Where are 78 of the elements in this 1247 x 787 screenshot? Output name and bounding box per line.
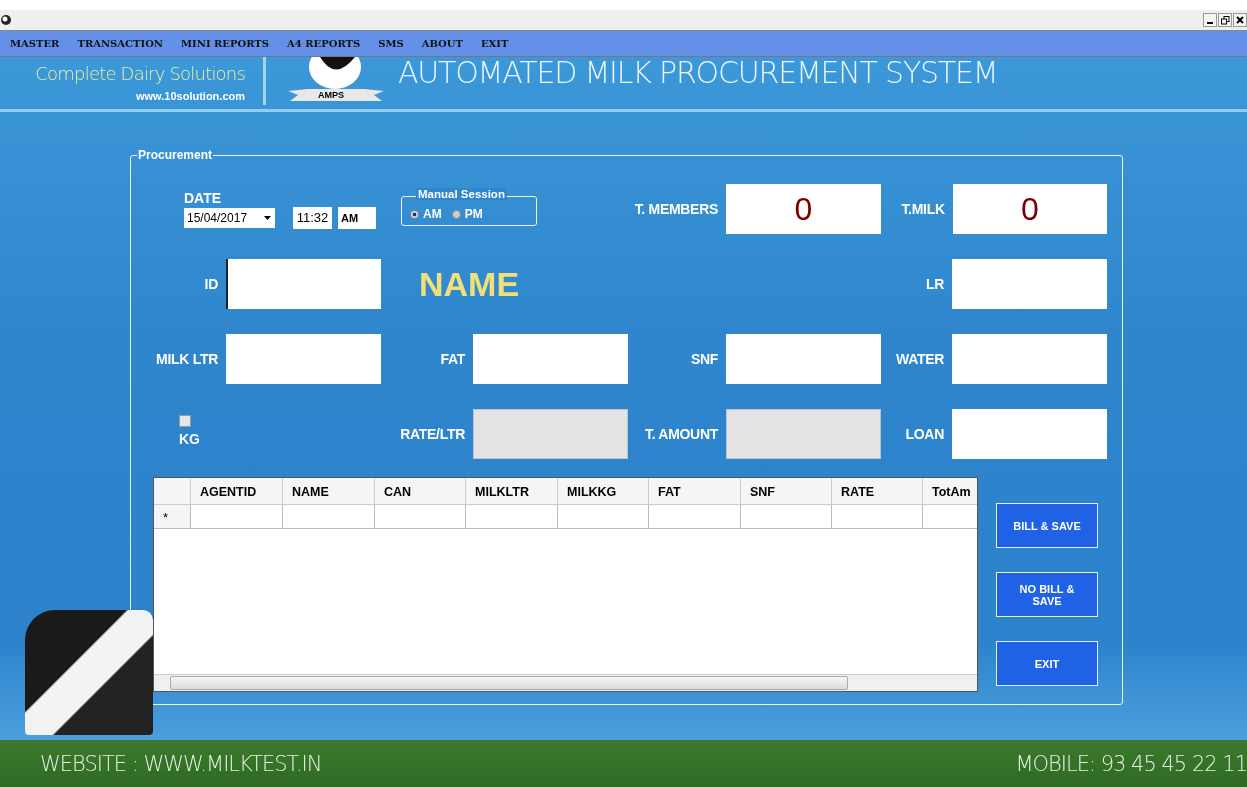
- menu-item[interactable]: MINI REPORTS: [181, 38, 269, 49]
- ampm-field[interactable]: AM: [338, 206, 376, 229]
- column-header[interactable]: TotAm: [923, 478, 977, 505]
- menu-item[interactable]: SMS: [378, 38, 404, 49]
- checkbox-label: KG: [179, 431, 200, 447]
- table-cell[interactable]: [832, 505, 923, 529]
- action-button[interactable]: BILL & SAVE: [996, 503, 1098, 548]
- column-header[interactable]: SNF: [741, 478, 832, 505]
- radio-button[interactable]: [410, 209, 419, 219]
- stat-value: 0: [952, 184, 1107, 234]
- footer-website: WEBSITE : WWW.MILKTEST.IN: [40, 751, 322, 776]
- logo: AMPS: [280, 57, 390, 109]
- scroll-thumb[interactable]: [170, 676, 848, 690]
- table-cell[interactable]: [741, 505, 832, 529]
- action-button[interactable]: NO BILL & SAVE: [996, 572, 1098, 617]
- menu-item[interactable]: EXIT: [481, 38, 509, 49]
- menu-item[interactable]: ABOUT: [421, 38, 463, 49]
- table-cell[interactable]: [558, 505, 649, 529]
- footer-mobile: MOBILE: 93 45 45 22 11: [1015, 751, 1247, 776]
- table-cell[interactable]: [191, 505, 283, 529]
- input-field[interactable]: [726, 334, 881, 384]
- input-field[interactable]: [473, 334, 628, 384]
- caret-icon: [264, 215, 271, 220]
- field-label: RATE/LTR: [399, 426, 466, 442]
- group-title: Procurement: [137, 148, 214, 162]
- field-label: WATER: [895, 351, 945, 367]
- input-field[interactable]: [952, 334, 1107, 384]
- column-header[interactable]: NAME: [283, 478, 375, 505]
- date-label: DATE: [184, 189, 223, 206]
- field-label: ID: [203, 276, 219, 292]
- restore-button[interactable]: [1218, 13, 1232, 27]
- input-field[interactable]: [952, 409, 1107, 459]
- field-label: MILK LTR: [155, 351, 219, 367]
- horizontal-scrollbar[interactable]: [154, 674, 977, 691]
- column-header[interactable]: MILKLTR: [466, 478, 558, 505]
- close-button[interactable]: [1233, 13, 1247, 27]
- table-cell[interactable]: [649, 505, 741, 529]
- close-icon: [1236, 16, 1244, 24]
- time-field[interactable]: 11:32: [293, 206, 332, 229]
- table-cell[interactable]: [375, 505, 466, 529]
- radio-button[interactable]: [451, 209, 461, 219]
- column-header[interactable]: AGENTID: [191, 478, 283, 505]
- column-header[interactable]: FAT: [649, 478, 741, 505]
- stat-label: T. MEMBERS: [633, 201, 719, 217]
- field-label: T. AMOUNT: [644, 426, 720, 442]
- column-header[interactable]: MILKKG: [558, 478, 649, 505]
- tagline: Complete Dairy Solutions: [35, 63, 245, 84]
- field-label: LOAN: [904, 426, 945, 442]
- checkbox[interactable]: [179, 415, 191, 427]
- date-picker[interactable]: 15/04/2017: [184, 207, 275, 228]
- table-cell[interactable]: [283, 505, 375, 529]
- session-title: Manual Session: [416, 188, 507, 200]
- app-icon: [0, 14, 12, 26]
- member-name: NAME: [419, 264, 520, 304]
- radio-label: PM: [464, 207, 483, 221]
- action-button[interactable]: EXIT: [996, 641, 1098, 686]
- column-header[interactable]: RATE: [832, 478, 923, 505]
- menu-item[interactable]: MASTER: [10, 38, 60, 49]
- input-field[interactable]: [226, 334, 381, 384]
- restore-icon: [1220, 15, 1230, 25]
- data-grid[interactable]: AGENTID NAME CAN MILKLTR MILKKG FAT SNF RATE TotAm *: [153, 477, 978, 692]
- minimize-button[interactable]: [1203, 13, 1217, 27]
- input-field[interactable]: [226, 259, 381, 309]
- row-marker: *: [154, 505, 191, 529]
- field-label: LR: [924, 276, 945, 292]
- field-label: FAT: [439, 351, 467, 367]
- table-cell[interactable]: [466, 505, 558, 529]
- radio-label: AM: [423, 207, 442, 221]
- website-text: www.10solution.com: [136, 90, 245, 102]
- menu-item[interactable]: A4 REPORTS: [287, 38, 361, 49]
- app-title: AUTOMATED MILK PROCUREMENT SYSTEM: [398, 55, 998, 90]
- corner-header: [154, 478, 191, 505]
- field-label: SNF: [689, 351, 719, 367]
- input-field[interactable]: [952, 259, 1107, 309]
- column-header[interactable]: CAN: [375, 478, 466, 505]
- stat-value: 0: [726, 184, 881, 234]
- menu-item[interactable]: TRANSACTION: [77, 38, 163, 49]
- stat-label: T.MILK: [900, 201, 946, 217]
